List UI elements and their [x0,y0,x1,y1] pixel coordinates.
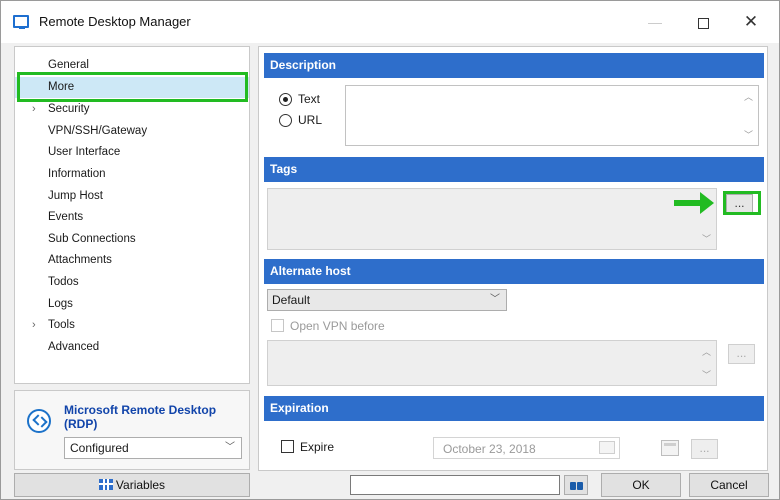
alternate-host-field[interactable]: ︿ ﹀ [267,340,717,386]
chevron-right-icon[interactable]: › [32,99,36,120]
nav-item-label: VPN/SSH/Gateway [48,125,148,137]
chevron-down-icon: ﹀ [490,294,500,305]
nav-item-label: Logs [48,298,73,310]
nav-item-label: Information [48,168,106,180]
calendar-icon[interactable] [661,440,679,456]
chevron-down-icon: ﹀ [225,442,235,453]
maximize-icon [697,17,709,29]
annotation-arrow-body [674,200,702,206]
chevron-right-icon[interactable]: › [32,315,36,336]
nav-item-label: Attachments [48,254,112,266]
ok-button[interactable]: OK [601,473,681,497]
expire-checkbox[interactable] [281,440,294,453]
close-button[interactable]: ✕ [739,11,763,33]
app-monitor-icon [13,15,29,29]
tags-button-highlight-annotation [723,191,761,215]
settings-content-panel: Description Text URL ︿ ﹀ Tags ﹀ ... Alte… [258,46,768,471]
description-text-radio[interactable] [279,93,292,106]
expire-label: Expire [300,440,335,454]
nav-item-logs[interactable]: Logs [15,294,249,315]
description-url-radio[interactable] [279,114,292,127]
nav-item-vpn-ssh-gateway[interactable]: VPN/SSH/Gateway [15,121,249,142]
expiration-date-value: October 23, 2018 [443,442,536,456]
window-title: Remote Desktop Manager [39,14,191,29]
scroll-up-icon: ︿ [701,347,711,357]
more-highlight-annotation [17,72,248,102]
nav-item-user-interface[interactable]: User Interface [15,142,249,163]
description-text-label: Text [298,92,321,106]
alternate-host-value: Default [272,293,311,307]
minimize-button[interactable]: — [643,11,667,33]
nav-item-security[interactable]: › Security [15,99,249,120]
description-textarea[interactable]: ︿ ﹀ [345,85,759,146]
alternate-host-section-header: Alternate host [264,259,764,284]
search-input[interactable] [350,475,560,495]
nav-item-jump-host[interactable]: Jump Host [15,186,249,207]
nav-item-label: Events [48,211,84,223]
entry-type-panel: Microsoft Remote Desktop (RDP) Configure… [14,390,250,470]
nav-item-advanced[interactable]: Advanced [15,337,249,358]
tags-section-header: Tags [264,157,764,182]
find-binoculars-icon[interactable] [564,475,588,495]
scroll-up-icon[interactable]: ︿ [744,90,753,103]
nav-item-tools[interactable]: › Tools [15,315,249,336]
entry-type-name: Microsoft Remote Desktop (RDP) [64,403,217,431]
title-bar: Remote Desktop Manager — ✕ [1,1,779,43]
annotation-arrow-icon [700,192,714,214]
variables-button[interactable]: Variables [14,473,250,497]
grid-icon [98,479,113,490]
maximize-button[interactable] [691,11,715,33]
date-dropdown-icon[interactable] [599,441,615,454]
expiration-date-picker[interactable]: October 23, 2018 [433,437,620,459]
nav-item-label: General [48,59,89,71]
nav-item-label: Todos [48,276,79,288]
expiration-browse-button[interactable]: ... [691,439,718,459]
description-section-header: Description [264,53,764,78]
nav-item-label: Advanced [48,341,100,353]
nav-item-label: Security [48,103,90,115]
variables-label: Variables [115,478,166,492]
scroll-down-icon: ﹀ [701,234,711,244]
scroll-down-icon: ﹀ [701,370,711,380]
scroll-down-icon[interactable]: ﹀ [744,128,753,141]
nav-item-information[interactable]: Information [15,164,249,185]
nav-item-label: Tools [48,319,75,331]
alternate-host-select[interactable]: Default ﹀ [267,289,507,311]
expiration-section-header: Expiration [264,396,764,421]
nav-item-label: Sub Connections [48,233,136,245]
cancel-button[interactable]: Cancel [689,473,769,497]
nav-item-events[interactable]: Events [15,207,249,228]
tags-field[interactable]: ﹀ [267,188,717,250]
description-url-label: URL [298,113,323,127]
entry-status-dropdown[interactable]: Configured ﹀ [64,437,242,459]
open-vpn-label: Open VPN before [290,319,385,333]
nav-item-todos[interactable]: Todos [15,272,249,293]
alternate-host-browse-button[interactable]: ... [728,344,755,364]
nav-item-sub-connections[interactable]: Sub Connections [15,229,249,250]
nav-item-label: User Interface [48,146,121,158]
remote-desktop-manager-window: Remote Desktop Manager — ✕ General More … [0,0,780,500]
entry-status-value: Configured [70,441,129,455]
nav-item-label: Jump Host [48,190,103,202]
rdp-icon [27,409,51,433]
open-vpn-checkbox[interactable] [271,319,284,332]
nav-item-attachments[interactable]: Attachments [15,250,249,271]
